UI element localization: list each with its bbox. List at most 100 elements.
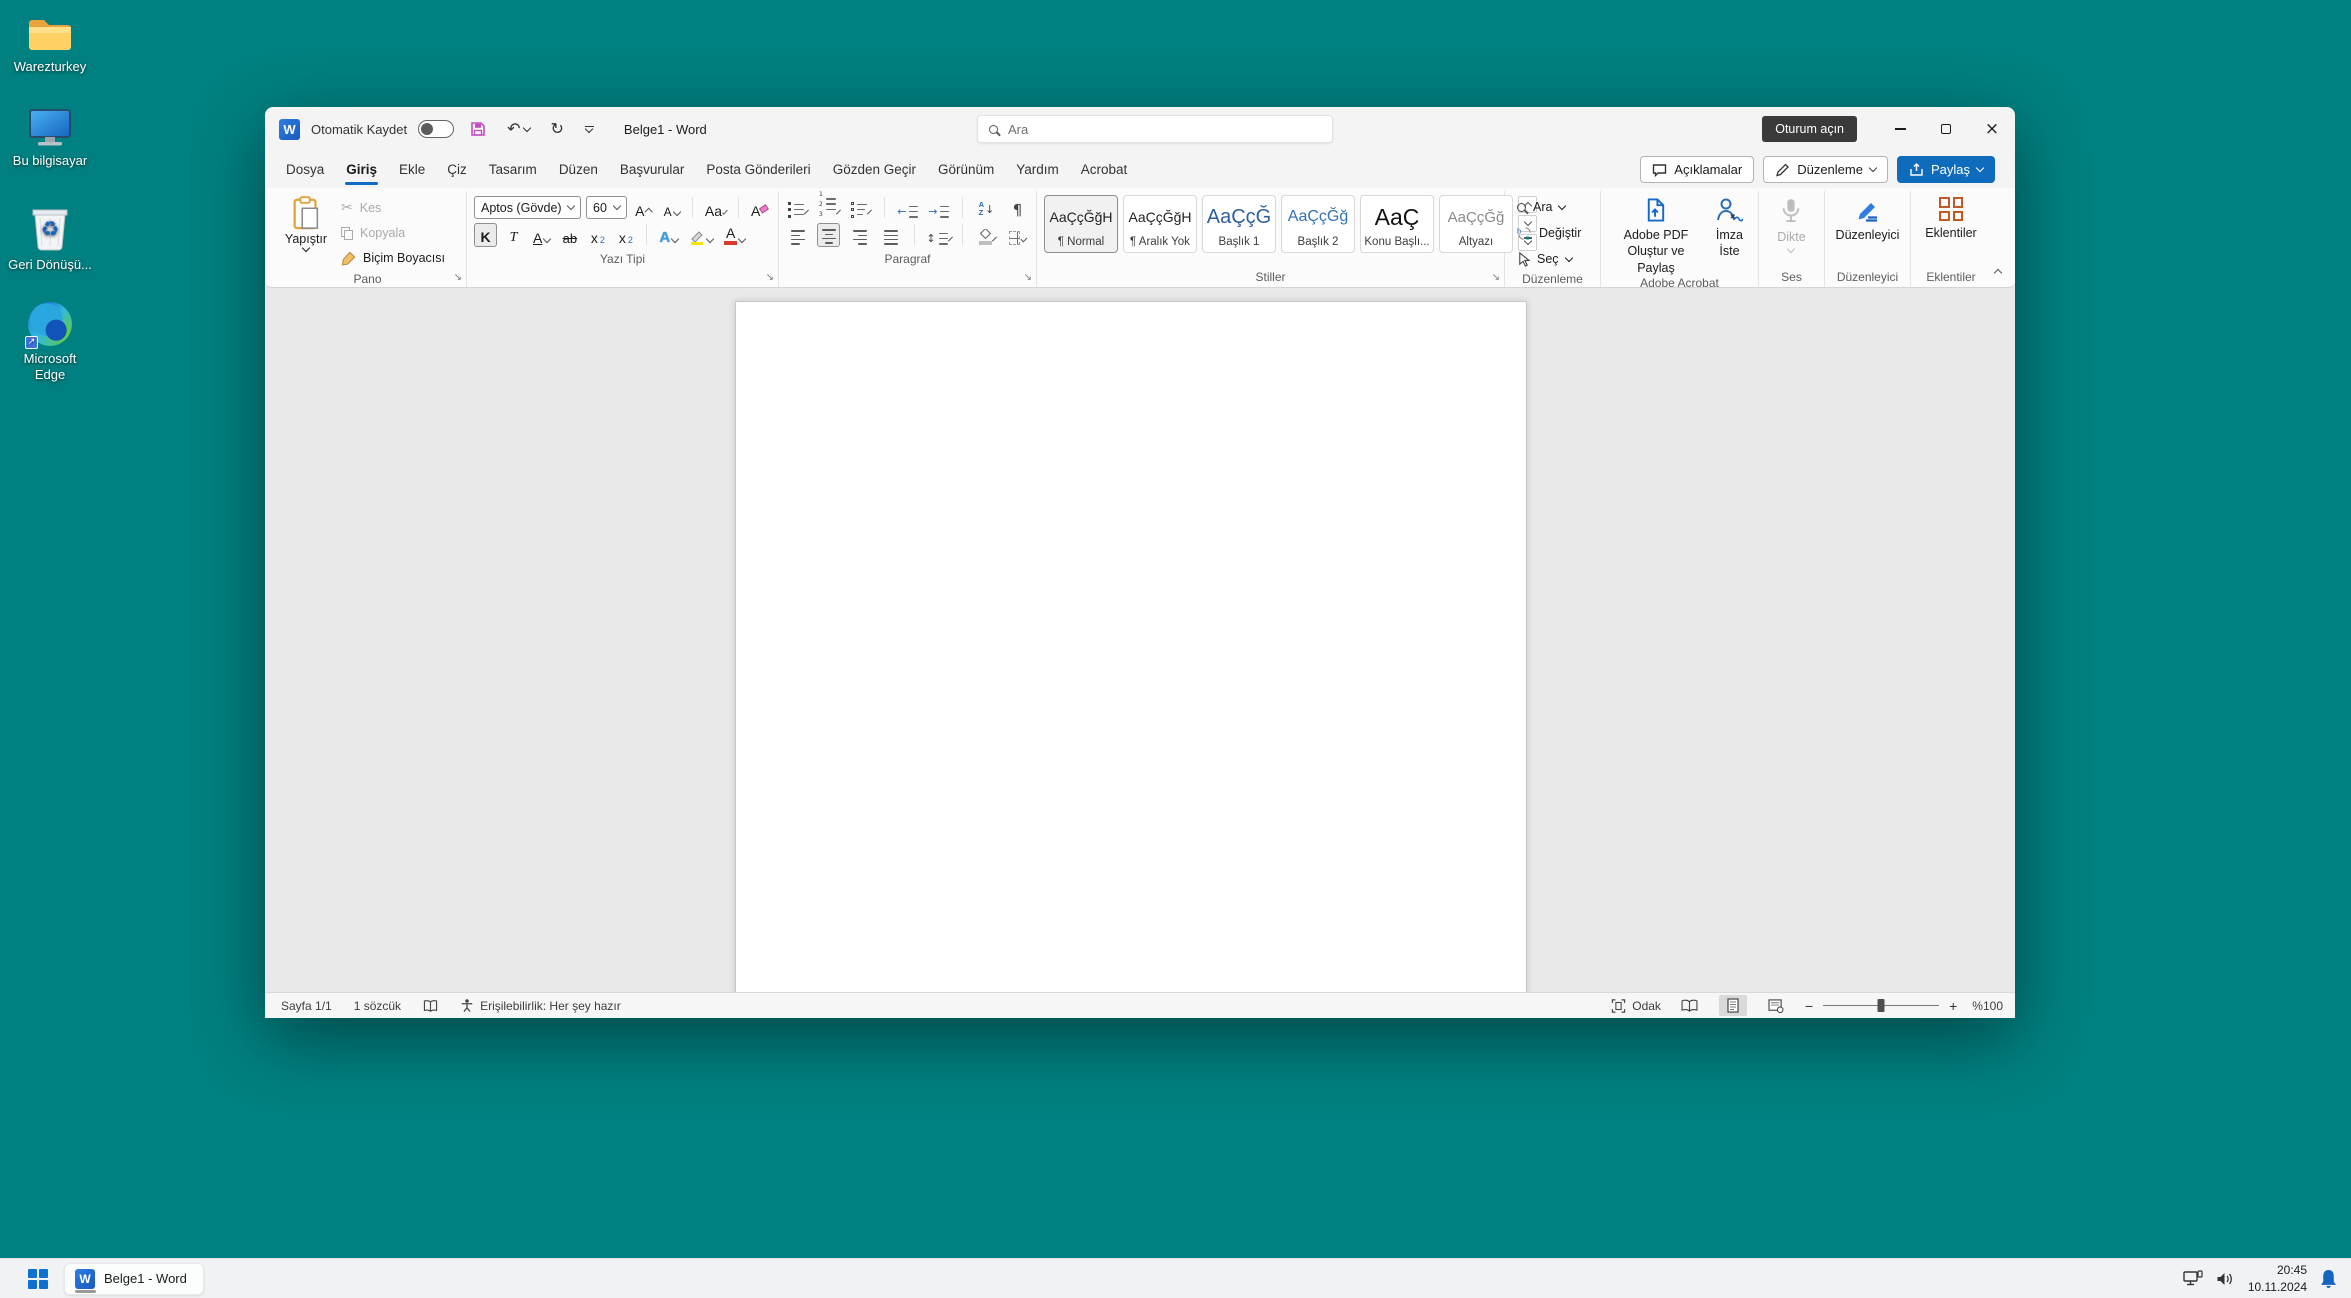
document-page[interactable] bbox=[735, 301, 1527, 992]
subscript-button[interactable]: x2 bbox=[586, 223, 609, 247]
dialog-launcher-icon[interactable]: ↘ bbox=[1024, 273, 1032, 283]
tab-yardim[interactable]: Yardım bbox=[1005, 153, 1070, 186]
clear-formatting-button[interactable]: A bbox=[748, 196, 771, 220]
italic-button[interactable]: T bbox=[502, 223, 525, 247]
tab-tasarim[interactable]: Tasarım bbox=[478, 153, 548, 186]
style-title[interactable]: AaÇ Konu Başlı... bbox=[1360, 195, 1434, 253]
change-case-button[interactable]: Aa bbox=[702, 196, 729, 220]
dialog-launcher-icon[interactable]: ↘ bbox=[454, 273, 462, 283]
grow-font-button[interactable]: A bbox=[632, 196, 655, 220]
search-input[interactable] bbox=[1008, 122, 1321, 137]
decrease-indent-button[interactable]: ← bbox=[896, 196, 919, 220]
line-spacing-button[interactable]: ↕ bbox=[927, 223, 951, 247]
bullets-button[interactable] bbox=[786, 196, 809, 220]
zoom-slider[interactable] bbox=[1823, 1005, 1939, 1006]
save-button[interactable] bbox=[465, 117, 491, 141]
taskbar-word-task[interactable]: W Belge1 - Word bbox=[64, 1263, 204, 1295]
select-button[interactable]: Seç bbox=[1512, 247, 1593, 271]
increase-indent-button[interactable]: → bbox=[927, 196, 950, 220]
numbering-button[interactable]: 123 bbox=[817, 196, 841, 220]
dialog-launcher-icon[interactable]: ↘ bbox=[1492, 273, 1500, 283]
paste-button[interactable]: Yapıştır bbox=[276, 194, 336, 251]
sort-button[interactable]: AZ ↓ bbox=[975, 196, 998, 220]
tab-giris[interactable]: Giriş bbox=[335, 153, 388, 186]
shrink-font-button[interactable]: A bbox=[660, 196, 683, 220]
share-button[interactable]: Paylaş bbox=[1897, 156, 1995, 183]
request-signatures-button[interactable]: İmza İste bbox=[1708, 194, 1751, 260]
font-color-button[interactable]: A bbox=[721, 223, 748, 247]
dialog-launcher-icon[interactable]: ↘ bbox=[766, 273, 774, 283]
underline-button[interactable]: A bbox=[530, 223, 553, 247]
tab-gorunum[interactable]: Görünüm bbox=[927, 153, 1005, 186]
minimize-button[interactable] bbox=[1877, 107, 1923, 151]
web-layout-button[interactable] bbox=[1762, 995, 1790, 1016]
text-highlight-button[interactable] bbox=[686, 223, 716, 247]
create-pdf-button[interactable]: Adobe PDF Oluştur ve Paylaş bbox=[1608, 194, 1704, 276]
tab-acrobat[interactable]: Acrobat bbox=[1070, 153, 1139, 186]
proofing-button[interactable] bbox=[423, 999, 438, 1013]
undo-button[interactable]: ↶ bbox=[502, 117, 534, 141]
start-button[interactable] bbox=[28, 1269, 48, 1289]
style-no-spacing[interactable]: AaÇçĞğH ¶ Aralık Yok bbox=[1123, 195, 1197, 253]
redo-button[interactable]: ↻ bbox=[546, 117, 569, 141]
tab-gozden-gecir[interactable]: Gözden Geçir bbox=[822, 153, 927, 186]
zoom-slider-thumb[interactable] bbox=[1878, 999, 1885, 1012]
notification-bell-icon[interactable] bbox=[2320, 1269, 2337, 1288]
copy-button[interactable]: Kopyala bbox=[336, 221, 450, 245]
strikethrough-button[interactable]: ab bbox=[558, 223, 581, 247]
editor-button[interactable]: Düzenleyici bbox=[1828, 194, 1908, 243]
desktop-icon-warezturkey[interactable]: Warezturkey bbox=[4, 14, 96, 75]
style-subtitle[interactable]: AaÇçĞğ Altyazı bbox=[1439, 195, 1513, 253]
multilevel-list-button[interactable] bbox=[849, 196, 872, 220]
desktop-icon-microsoft-edge[interactable]: ↗ Microsoft Edge bbox=[4, 302, 96, 384]
text-effects-button[interactable]: A bbox=[656, 223, 681, 247]
format-painter-button[interactable]: Biçim Boyacısı bbox=[336, 246, 450, 270]
zoom-level[interactable]: %100 bbox=[1972, 999, 2003, 1013]
font-size-combobox[interactable]: 60 bbox=[586, 196, 627, 219]
superscript-button[interactable]: x2 bbox=[614, 223, 637, 247]
addins-button[interactable]: Eklentiler bbox=[1917, 194, 1984, 241]
tab-dosya[interactable]: Dosya bbox=[275, 153, 335, 186]
autosave-toggle[interactable] bbox=[418, 120, 454, 138]
desktop-icon-this-pc[interactable]: Bu bilgisayar bbox=[4, 106, 96, 169]
tab-posta-gonderileri[interactable]: Posta Gönderileri bbox=[695, 153, 821, 186]
style-heading1[interactable]: AaÇçĞ Başlık 1 bbox=[1202, 195, 1276, 253]
justify-button[interactable] bbox=[879, 223, 902, 247]
tab-basvurular[interactable]: Başvurular bbox=[609, 153, 696, 186]
sign-in-badge[interactable]: Oturum açın bbox=[1762, 116, 1857, 142]
show-paragraph-marks-button[interactable]: ¶ bbox=[1006, 196, 1029, 220]
font-family-combobox[interactable]: Aptos (Gövde) bbox=[474, 196, 581, 219]
style-normal[interactable]: AaÇçĞğH ¶ Normal bbox=[1044, 195, 1118, 253]
print-layout-button[interactable] bbox=[1719, 995, 1747, 1016]
borders-button[interactable] bbox=[1006, 223, 1029, 247]
network-icon[interactable] bbox=[2183, 1270, 2203, 1287]
close-button[interactable]: × bbox=[1969, 107, 2015, 151]
tab-duzen[interactable]: Düzen bbox=[548, 153, 609, 186]
collapse-ribbon-button[interactable] bbox=[1995, 264, 2001, 279]
search-box[interactable] bbox=[977, 115, 1333, 143]
tab-ciz[interactable]: Çiz bbox=[436, 153, 478, 186]
speaker-icon[interactable] bbox=[2216, 1271, 2235, 1287]
desktop-icon-recycle-bin[interactable]: ♻ Geri Dönüşü... bbox=[4, 202, 96, 273]
dictate-button[interactable]: Dikte bbox=[1769, 194, 1813, 252]
taskbar-clock[interactable]: 20:45 10.11.2024 bbox=[2248, 1262, 2307, 1294]
zoom-out-button[interactable]: − bbox=[1805, 998, 1813, 1014]
style-heading2[interactable]: AaÇçĞğ Başlık 2 bbox=[1281, 195, 1355, 253]
align-center-button[interactable] bbox=[817, 223, 840, 247]
word-count[interactable]: 1 sözcük bbox=[354, 999, 401, 1013]
accessibility-status[interactable]: Erişilebilirlik: Her şey hazır bbox=[460, 998, 621, 1013]
shading-button[interactable] bbox=[975, 223, 998, 247]
focus-mode-button[interactable]: Odak bbox=[1611, 999, 1661, 1013]
find-button[interactable]: Ara bbox=[1512, 195, 1593, 219]
editing-mode-button[interactable]: Düzenleme bbox=[1763, 156, 1888, 183]
bold-button[interactable]: K bbox=[474, 223, 497, 247]
customize-quick-access-button[interactable] bbox=[580, 122, 599, 137]
cut-button[interactable]: ✂ Kes bbox=[336, 196, 450, 220]
comments-button[interactable]: Açıklamalar bbox=[1640, 156, 1754, 183]
zoom-in-button[interactable]: + bbox=[1949, 998, 1957, 1014]
page-indicator[interactable]: Sayfa 1/1 bbox=[281, 999, 332, 1013]
align-left-button[interactable] bbox=[786, 223, 809, 247]
tab-ekle[interactable]: Ekle bbox=[388, 153, 436, 186]
align-right-button[interactable] bbox=[848, 223, 871, 247]
read-mode-button[interactable] bbox=[1676, 995, 1704, 1016]
